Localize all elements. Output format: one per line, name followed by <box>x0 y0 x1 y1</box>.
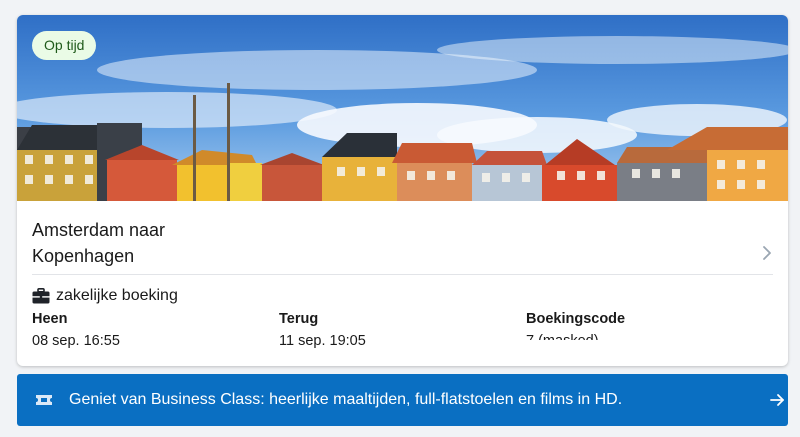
divider <box>32 274 773 275</box>
arrow-right-icon[interactable] <box>769 392 785 408</box>
ticket-icon <box>36 395 52 405</box>
business-class-upsell-banner[interactable]: Geniet van Business Class: heerlijke maa… <box>17 374 788 426</box>
return-label: Terug <box>279 311 319 327</box>
status-badge: Op tijd <box>32 31 97 60</box>
booking-code-label: Boekingscode <box>526 311 626 327</box>
outbound-label: Heen <box>32 311 68 327</box>
outbound-value: 08 sep. 16:55 <box>32 333 120 349</box>
chevron-right-icon[interactable] <box>761 244 773 262</box>
booking-type: zakelijke boeking <box>32 285 178 307</box>
briefcase-icon <box>32 288 50 304</box>
route-origin: Amsterdam naar <box>32 220 166 240</box>
outbound-info: Heen 08 sep. 16:55 <box>32 310 120 350</box>
booking-code-value: 7 (masked) <box>526 332 625 340</box>
booking-type-label: zakelijke boeking <box>56 287 178 304</box>
banner-text: Geniet van Business Class: heerlijke maa… <box>69 391 623 408</box>
route-destination: Kopenhagen <box>32 246 135 266</box>
return-info: Terug 11 sep. 19:05 <box>279 310 366 350</box>
booking-code-info: Boekingscode 7 (masked) <box>526 310 625 340</box>
trip-card[interactable]: Op tijd Amsterdam naar Kopenhagen zakeli… <box>17 15 788 366</box>
destination-photo <box>17 15 788 201</box>
return-value: 11 sep. 19:05 <box>279 333 366 349</box>
route-title: Amsterdam naar Kopenhagen <box>32 217 722 269</box>
